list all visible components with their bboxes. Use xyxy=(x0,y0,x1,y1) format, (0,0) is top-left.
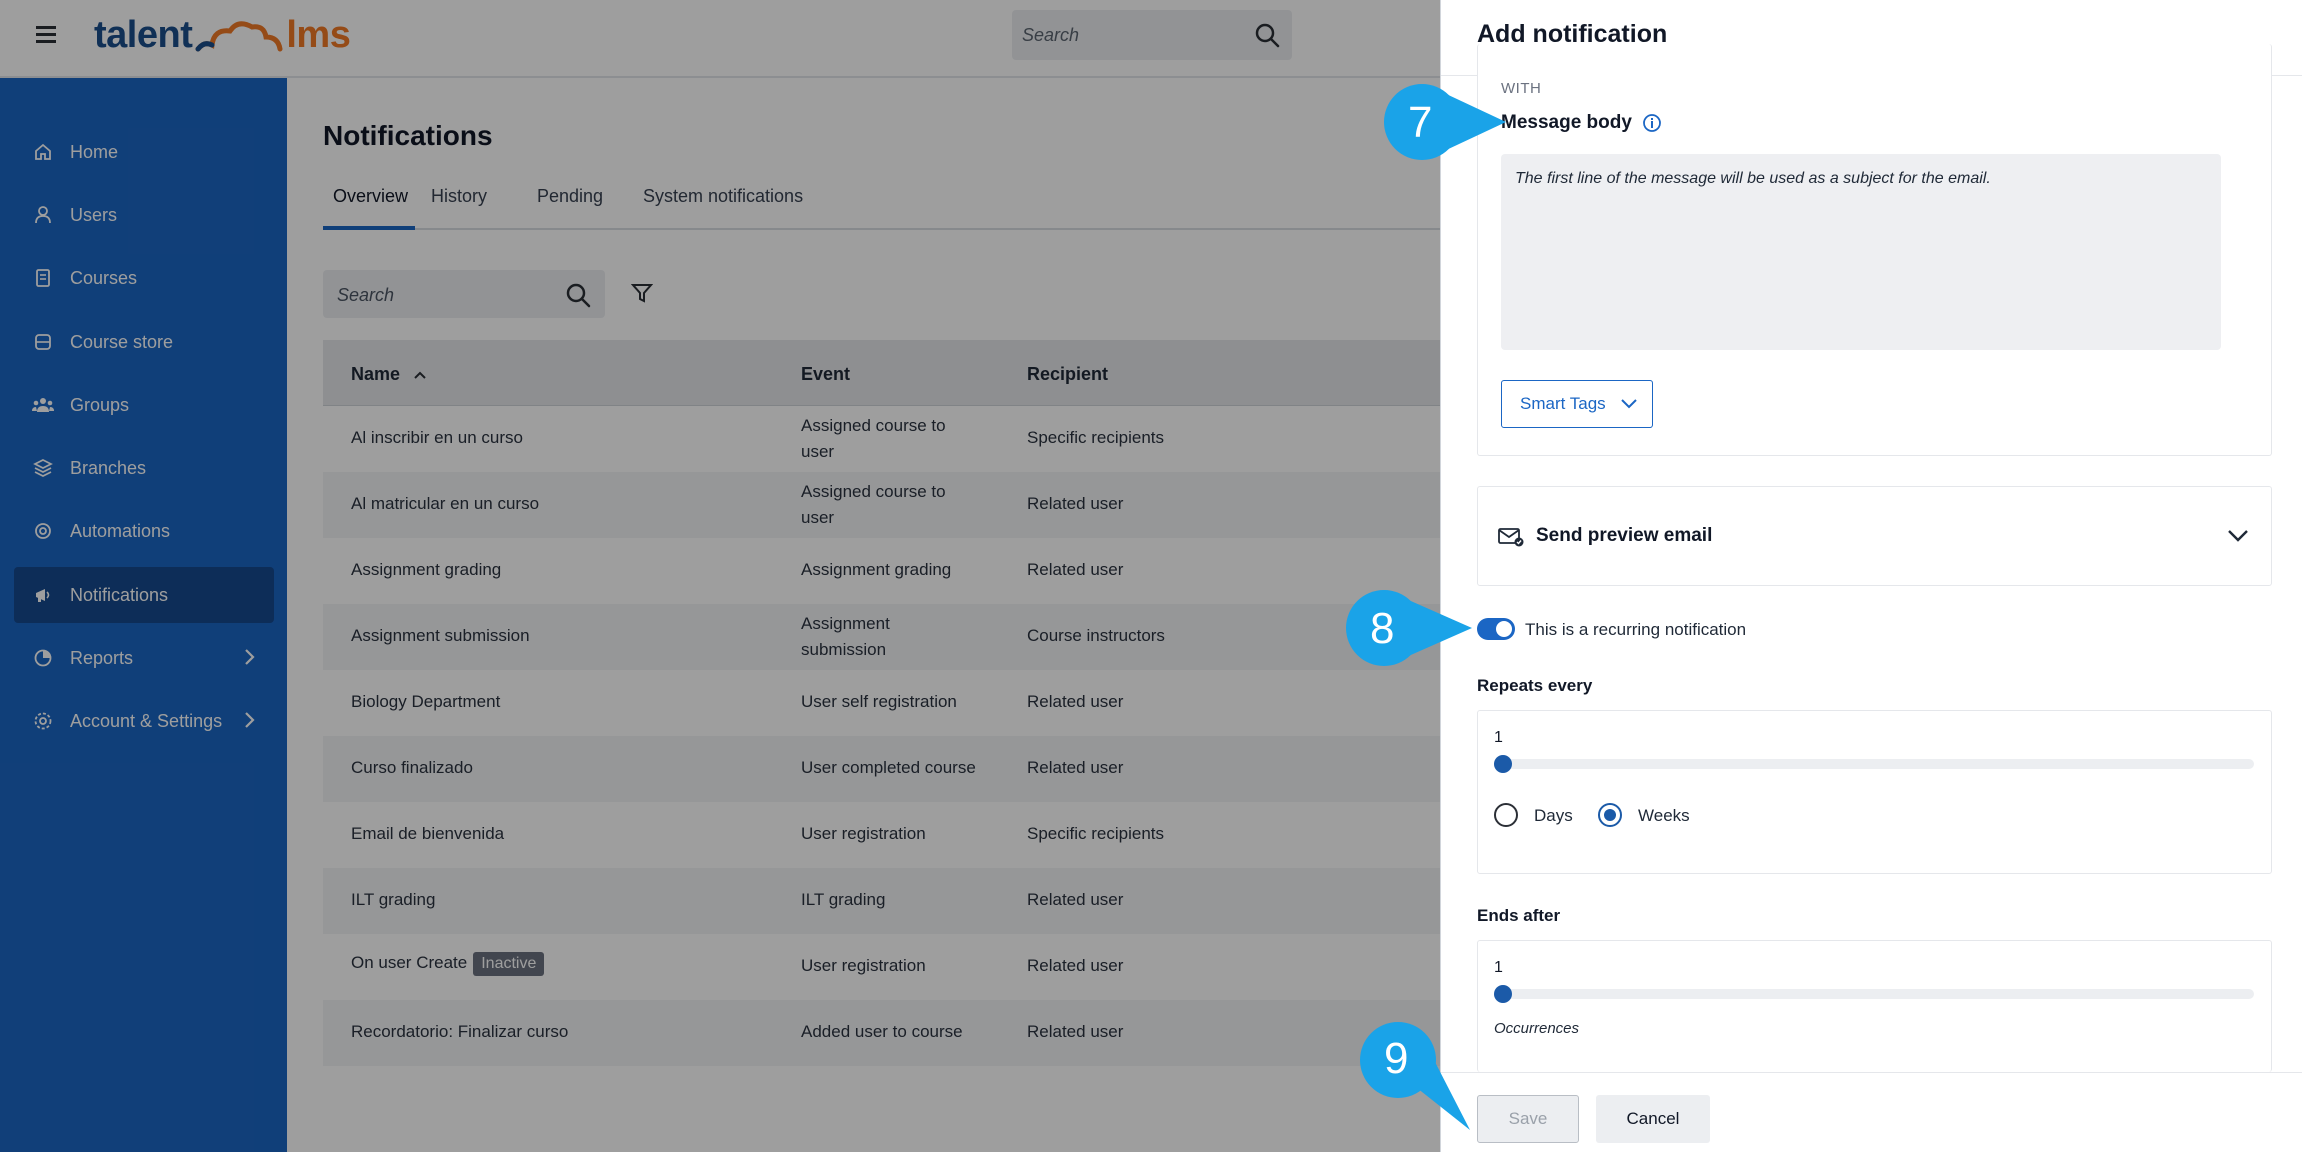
days-radio[interactable] xyxy=(1494,803,1518,827)
envelope-check-icon xyxy=(1498,528,1524,547)
drawer-footer: Save Cancel xyxy=(1441,1072,2302,1152)
ends-slider-thumb[interactable] xyxy=(1494,985,1512,1003)
repeats-slider-track[interactable] xyxy=(1494,759,2254,769)
with-label: WITH xyxy=(1501,80,1542,97)
toggle-knob xyxy=(1496,621,1512,637)
message-body-textarea[interactable]: The first line of the message will be us… xyxy=(1501,154,2221,350)
repeats-every-card: 1 Days Weeks xyxy=(1477,710,2272,874)
chevron-down-icon[interactable] xyxy=(2227,529,2249,543)
cancel-button[interactable]: Cancel xyxy=(1596,1095,1710,1143)
send-preview-email-section[interactable]: Send preview email xyxy=(1477,486,2272,586)
ends-value: 1 xyxy=(1494,959,1503,976)
occurrences-label: Occurrences xyxy=(1494,1020,1580,1037)
smart-tags-dropdown[interactable]: Smart Tags xyxy=(1501,380,1653,428)
save-button[interactable]: Save xyxy=(1477,1095,1579,1143)
ends-after-label: Ends after xyxy=(1477,906,1561,925)
modal-backdrop[interactable] xyxy=(0,0,1440,1152)
step-callout-7: 7 xyxy=(1382,84,1506,167)
ends-slider-track[interactable] xyxy=(1494,989,2254,999)
weeks-radio-label: Weeks xyxy=(1638,806,1690,825)
repeats-slider-thumb[interactable] xyxy=(1494,755,1512,773)
weeks-radio[interactable] xyxy=(1598,803,1622,827)
chevron-down-icon xyxy=(1621,399,1637,409)
recurring-notification-toggle[interactable] xyxy=(1477,618,1515,640)
message-body-label: Message body xyxy=(1501,112,1662,134)
step-callout-9: 9 xyxy=(1358,1020,1470,1135)
ends-after-card: 1 Occurrences xyxy=(1477,940,2272,1072)
add-notification-drawer: Add notification WITH Message body The f… xyxy=(1440,0,2302,1152)
days-radio-label: Days xyxy=(1534,806,1573,825)
step-callout-8: 8 xyxy=(1344,590,1472,673)
info-icon[interactable] xyxy=(1642,113,1662,133)
repeats-value: 1 xyxy=(1494,729,1503,746)
recurring-notification-label: This is a recurring notification xyxy=(1525,620,1747,639)
repeats-every-label: Repeats every xyxy=(1477,676,1593,695)
